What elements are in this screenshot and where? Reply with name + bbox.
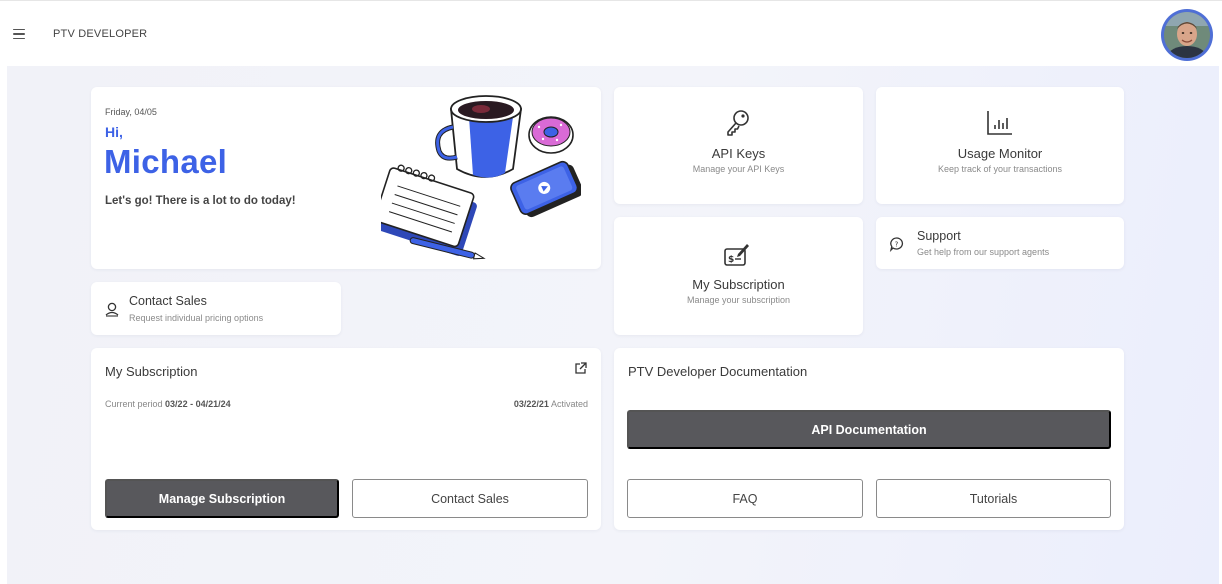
api-documentation-button[interactable]: API Documentation	[627, 410, 1111, 449]
api-keys-subtitle: Manage your API Keys	[692, 164, 785, 174]
bar-chart-icon	[987, 111, 1012, 135]
my-subscription-title: My Subscription	[692, 277, 785, 292]
dashboard-canvas: Friday, 04/05 Hi, Michael Let's go! Ther…	[7, 66, 1219, 584]
contact-sales-tile[interactable]: Contact Sales Request individual pricing…	[91, 282, 341, 335]
svg-text:$: $	[728, 255, 734, 265]
greeting-subtitle: Let's go! There is a lot to do today!	[105, 195, 296, 207]
subscription-card-title: My Subscription	[105, 364, 198, 379]
greeting-card: Friday, 04/05 Hi, Michael Let's go! Ther…	[91, 87, 601, 269]
contact-sales-button[interactable]: Contact Sales	[352, 479, 588, 518]
api-keys-tile[interactable]: API Keys Manage your API Keys	[614, 87, 863, 204]
user-photo-icon	[1164, 12, 1210, 58]
current-period-value: 03/22 - 04/21/24	[165, 399, 231, 409]
activated-date: 03/22/21	[513, 399, 549, 409]
avatar[interactable]	[1161, 9, 1213, 61]
faq-button[interactable]: FAQ	[627, 479, 863, 518]
greeting-date: Friday, 04/05	[105, 107, 157, 117]
contact-sales-title: Contact Sales	[129, 294, 207, 308]
subscription-check-icon: $	[724, 244, 749, 266]
current-period: Current period 03/22 - 04/21/24	[105, 399, 231, 409]
manage-subscription-button[interactable]: Manage Subscription	[105, 479, 339, 518]
usage-monitor-subtitle: Keep track of your transactions	[937, 164, 1063, 174]
chat-help-icon: ?	[889, 237, 903, 252]
key-icon	[727, 110, 749, 136]
documentation-card: PTV Developer Documentation API Document…	[614, 348, 1124, 530]
usage-monitor-tile[interactable]: Usage Monitor Keep track of your transac…	[876, 87, 1124, 204]
subscription-card: My Subscription Current period 03/22 - 0…	[91, 348, 601, 530]
api-keys-title: API Keys	[711, 146, 766, 161]
contact-sales-subtitle: Request individual pricing options	[129, 313, 264, 323]
usage-monitor-title: Usage Monitor	[957, 146, 1043, 161]
tutorials-button[interactable]: Tutorials	[876, 479, 1111, 518]
greeting-user-name: Michael	[104, 143, 228, 180]
current-period-label: Current period	[105, 399, 163, 409]
external-link-icon[interactable]	[574, 362, 587, 375]
activation-info: 03/22/21 Activated	[514, 399, 588, 409]
svg-text:?: ?	[895, 240, 899, 248]
support-title: Support	[917, 229, 961, 243]
my-subscription-subtitle: Manage your subscription	[686, 295, 791, 305]
brand-title: PTV DEVELOPER	[53, 28, 148, 40]
activated-label: Activated	[550, 399, 588, 409]
person-icon	[105, 302, 119, 317]
top-bar: PTV DEVELOPER	[0, 0, 1222, 66]
greeting-hi: Hi,	[105, 124, 123, 140]
support-tile[interactable]: ? Support Get help from our support agen…	[876, 217, 1124, 269]
support-subtitle: Get help from our support agents	[917, 247, 1050, 257]
hamburger-menu-icon[interactable]	[13, 29, 25, 39]
coffee-notebook-illustration	[381, 95, 581, 260]
documentation-card-title: PTV Developer Documentation	[628, 364, 808, 379]
my-subscription-tile[interactable]: $ My Subscription Manage your subscripti…	[614, 217, 863, 335]
